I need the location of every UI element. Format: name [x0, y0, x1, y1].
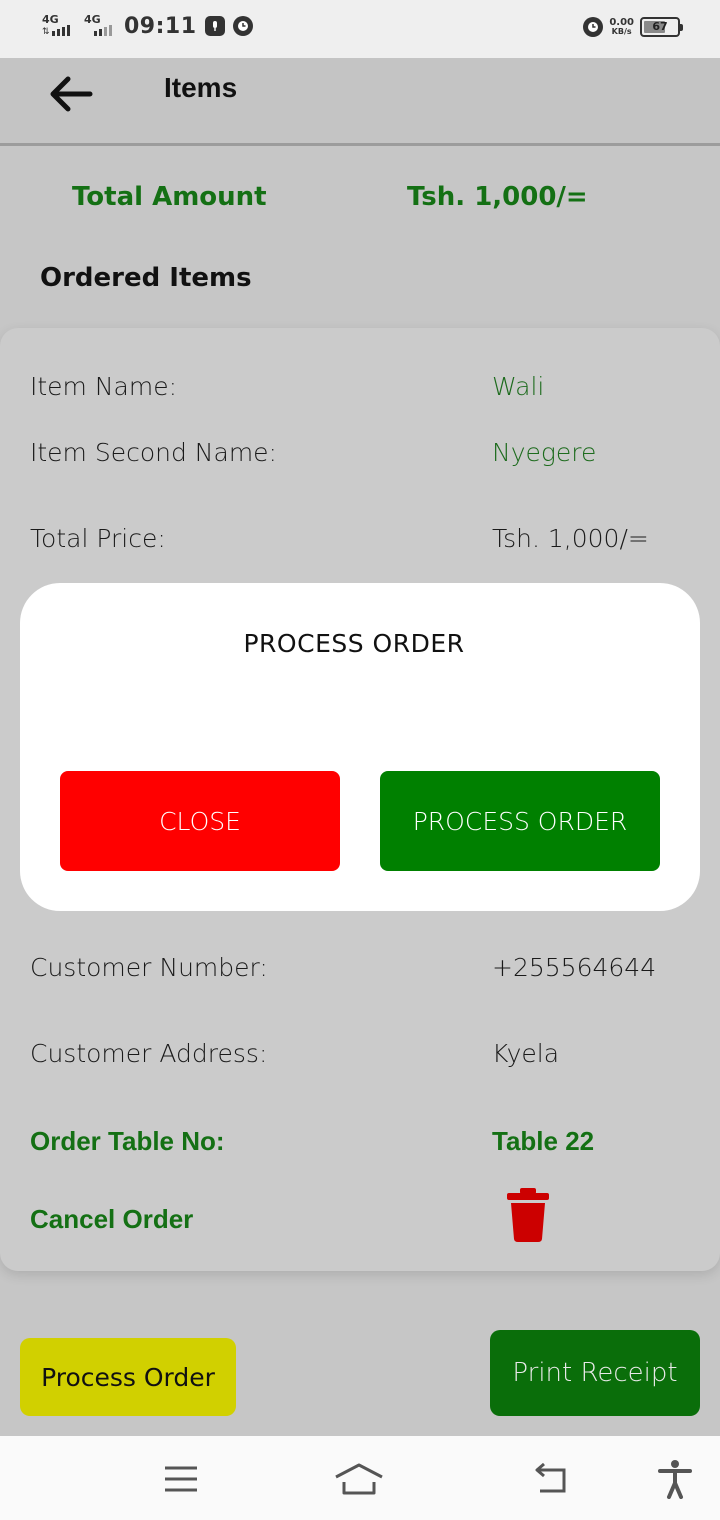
- ordered-items-title: Ordered Items: [40, 263, 252, 293]
- customer-number-label: Customer Number:: [30, 953, 268, 982]
- customer-address-label: Customer Address:: [30, 1039, 268, 1068]
- trash-icon: [507, 1188, 549, 1242]
- total-amount-label: Total Amount: [72, 182, 267, 212]
- status-time: 09:11: [124, 13, 197, 39]
- page-title: Items: [164, 72, 238, 103]
- battery-icon: 67: [640, 17, 683, 37]
- cancel-order-button[interactable]: [505, 1186, 551, 1244]
- speed-value: 0.00: [609, 17, 634, 28]
- alarm-clock-icon: [583, 17, 604, 37]
- alarm-icon: [232, 16, 253, 36]
- print-receipt-button[interactable]: Print Receipt: [490, 1330, 700, 1416]
- nav-menu-button[interactable]: [156, 1454, 206, 1504]
- nav-back-button[interactable]: [524, 1454, 574, 1504]
- status-bar: 4G ⇅ 4G 09:11 0.00 KB/s 67: [0, 0, 720, 58]
- order-table-value: Table 22: [492, 1126, 595, 1156]
- cancel-order-label: Cancel Order: [30, 1204, 194, 1234]
- customer-number-value: +255564644: [492, 953, 657, 982]
- total-price-label: Total Price:: [30, 524, 166, 553]
- item-name-label: Item Name:: [30, 372, 178, 401]
- total-amount-value: Tsh. 1,000/=: [407, 182, 588, 212]
- home-icon: [335, 1463, 383, 1495]
- status-right: 0.00 KB/s 67: [583, 17, 683, 37]
- back-button[interactable]: [40, 64, 100, 124]
- item-second-name-label: Item Second Name:: [30, 438, 277, 467]
- status-left: 4G ⇅ 4G 09:11: [40, 12, 253, 40]
- nav-accessibility-button[interactable]: [650, 1454, 700, 1504]
- navigation-bar: [0, 1436, 720, 1520]
- process-order-dialog: PROCESS ORDER CLOSE PROCESS ORDER: [20, 583, 700, 911]
- total-price-value: Tsh. 1,000/=: [492, 524, 649, 553]
- dialog-close-button[interactable]: CLOSE: [60, 771, 340, 871]
- notification-icon: [204, 16, 225, 36]
- speed-unit: KB/s: [611, 27, 632, 36]
- nav-home-button[interactable]: [334, 1454, 384, 1504]
- network-speed: 0.00 KB/s: [609, 17, 634, 37]
- arrow-left-icon: [50, 76, 93, 112]
- dialog-title: PROCESS ORDER: [243, 629, 465, 658]
- process-order-button[interactable]: Process Order: [20, 1338, 236, 1416]
- customer-address-value: Kyela: [492, 1039, 560, 1068]
- menu-icon: [165, 1466, 197, 1492]
- battery-level: 67: [652, 20, 668, 33]
- signal-1-icon: 4G ⇅: [40, 12, 74, 40]
- signal-2-icon: 4G: [82, 12, 116, 40]
- accessibility-icon: [658, 1460, 692, 1499]
- item-second-name-value: Nyegere: [492, 438, 597, 467]
- back-icon: [535, 1463, 566, 1493]
- dialog-process-order-button[interactable]: PROCESS ORDER: [380, 771, 660, 871]
- item-name-value: Wali: [492, 372, 545, 401]
- order-table-label: Order Table No:: [30, 1126, 225, 1156]
- app-bar: Items: [0, 58, 720, 146]
